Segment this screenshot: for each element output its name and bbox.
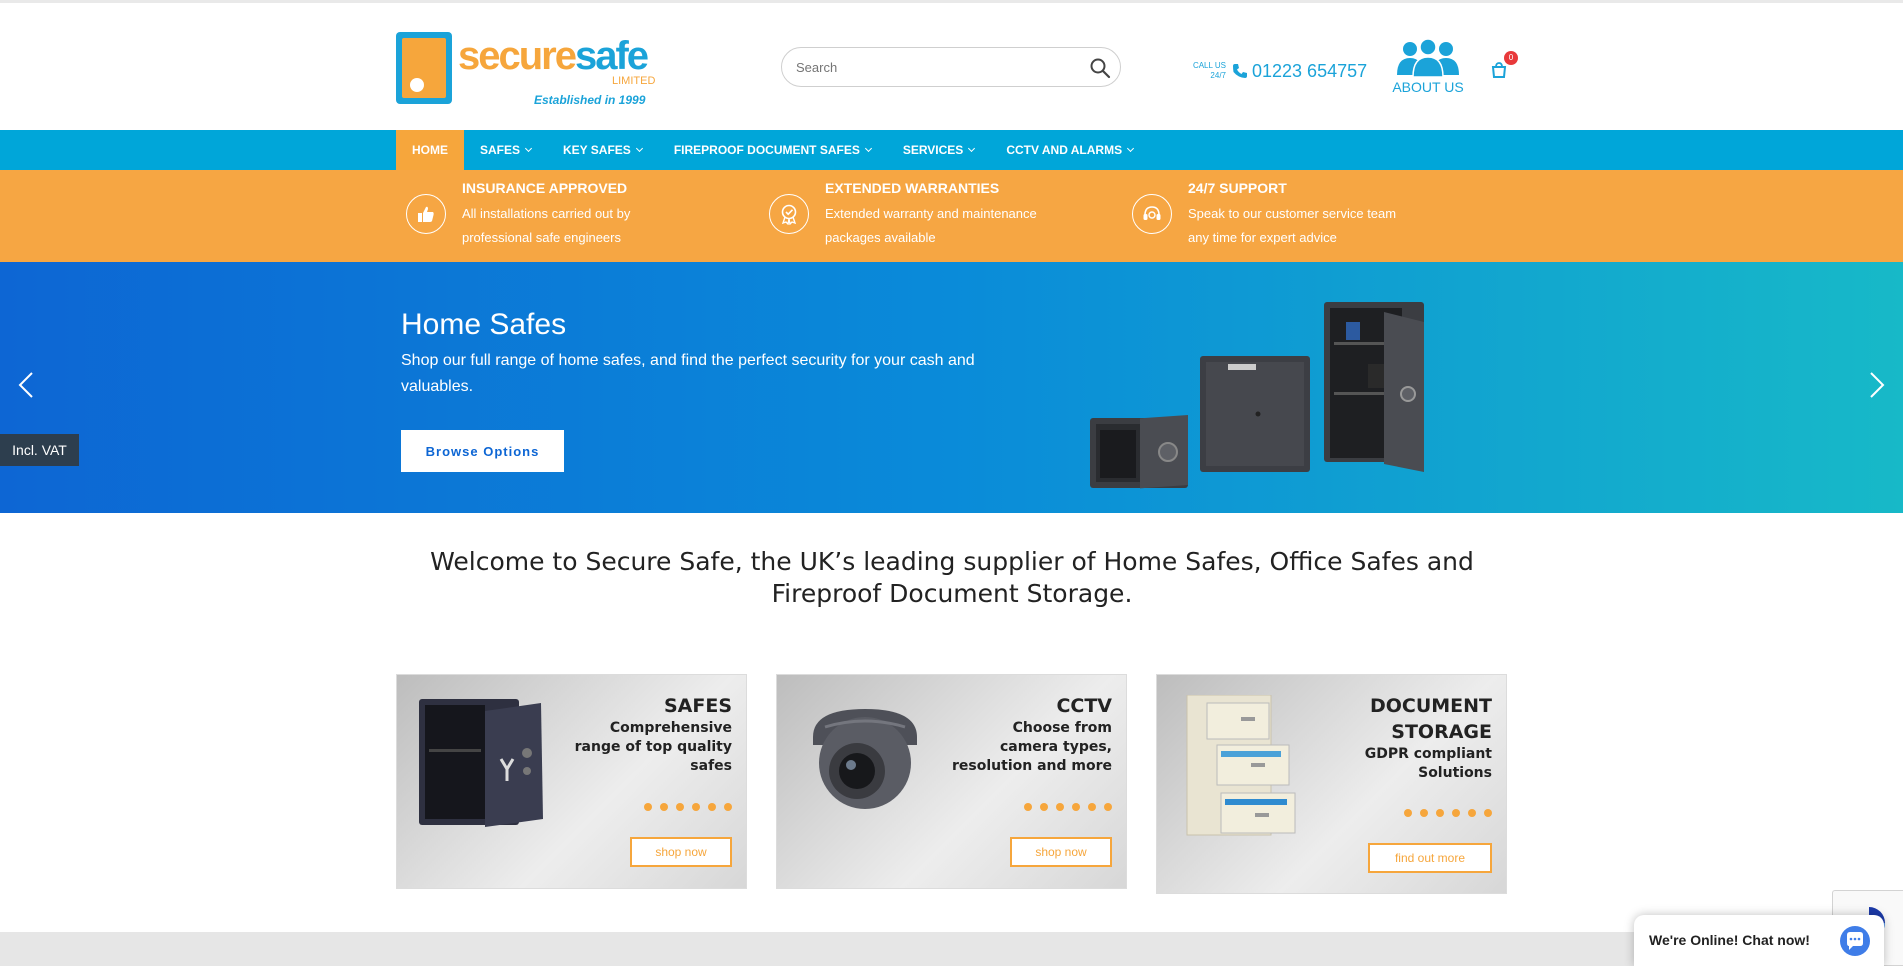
phone-number[interactable]: 01223 654757 — [1252, 61, 1367, 82]
slider-prev-arrow-icon[interactable] — [14, 370, 38, 400]
hero-slider: Home Safes Shop our full range of home s… — [0, 262, 1903, 513]
hero-title: Home Safes — [401, 308, 567, 341]
cart-count-badge: 0 — [1504, 51, 1518, 65]
logo-wordmark: securesafe — [458, 34, 649, 78]
browse-options-button[interactable]: Browse Options — [401, 430, 564, 472]
card-subtitle: Comprehensive range of top quality safes — [574, 720, 732, 774]
feature-24-7-support: 24/7 SUPPORT Speak to our customer servi… — [1122, 170, 1452, 262]
safe-product-image — [419, 699, 543, 827]
feature-extended-warranties: EXTENDED WARRANTIES Extended warranty an… — [759, 170, 1089, 262]
nav-item-services[interactable]: SERVICES — [887, 130, 990, 170]
cart-button[interactable]: 0 — [1490, 51, 1518, 83]
slider-next-arrow-icon[interactable] — [1865, 370, 1889, 400]
feature-insurance-approved: INSURANCE APPROVED All installations car… — [396, 170, 726, 262]
chevron-down-icon — [968, 144, 976, 153]
feature-text: All installations carried out by profess… — [462, 206, 631, 245]
site-header: securesafe LIMITED Established in 1999 C… — [0, 3, 1903, 130]
shopping-bag-icon — [1491, 62, 1507, 78]
card-title: SAFES — [663, 695, 732, 717]
chat-widget[interactable]: We're Online! Chat now! — [1634, 915, 1884, 966]
feature-title: INSURANCE APPROVED — [462, 180, 628, 196]
footer-strip — [0, 932, 1903, 966]
feature-text: Speak to our customer service team any t… — [1188, 206, 1397, 245]
card-title: CCTV — [1056, 695, 1112, 717]
decorative-dots — [1024, 803, 1112, 811]
chevron-down-icon — [864, 144, 872, 153]
people-group-icon — [1397, 39, 1459, 78]
site-logo[interactable]: securesafe LIMITED Established in 1999 — [396, 30, 656, 112]
nav-item-key-safes[interactable]: KEY SAFES — [547, 130, 658, 170]
category-card-safes[interactable]: SAFES Comprehensive range of top quality… — [396, 674, 747, 889]
feature-title: 24/7 SUPPORT — [1188, 180, 1287, 196]
nav-item-home[interactable]: HOME — [396, 130, 464, 170]
chevron-down-icon — [1127, 144, 1135, 153]
card-subtitle: GDPR compliant Solutions — [1364, 746, 1492, 781]
main-nav: HOME SAFES KEY SAFES FIREPROOF DOCUMENT … — [0, 130, 1903, 170]
phone-icon — [1232, 63, 1248, 79]
nav-item-safes[interactable]: SAFES — [464, 130, 547, 170]
card-subtitle: Choose from camera types, resolution and… — [952, 720, 1112, 774]
shop-now-button[interactable]: shop now — [1010, 837, 1112, 867]
search-input[interactable] — [796, 57, 1076, 77]
chevron-down-icon — [524, 144, 533, 153]
card-title: DOCUMENT STORAGE — [1369, 695, 1492, 743]
search-icon[interactable] — [1088, 56, 1112, 80]
chat-bubble-icon[interactable] — [1840, 926, 1870, 956]
logo-limited: LIMITED — [612, 75, 656, 87]
call-us[interactable]: CALL US 24/7 01223 654757 — [1192, 59, 1372, 85]
hero-text: Shop our full range of home safes, and f… — [401, 352, 975, 395]
features-bar: INSURANCE APPROVED All installations car… — [0, 170, 1903, 262]
shop-now-button[interactable]: shop now — [630, 837, 732, 867]
about-us-label: ABOUT US — [1392, 79, 1464, 95]
headset-support-icon — [1132, 194, 1172, 234]
decorative-dots — [644, 803, 732, 811]
chevron-down-icon — [635, 144, 643, 153]
feature-text: Extended warranty and maintenance packag… — [825, 206, 1037, 245]
search-box — [781, 47, 1121, 87]
call-us-label: CALL US 24/7 — [1192, 61, 1226, 80]
chat-prompt: We're Online! Chat now! — [1649, 932, 1810, 948]
category-card-cctv[interactable]: CCTV Choose from camera types, resolutio… — [776, 674, 1127, 889]
cctv-camera-image — [813, 709, 917, 809]
find-out-more-button[interactable]: find out more — [1368, 843, 1492, 873]
home-safes-image — [1090, 302, 1424, 489]
decorative-dots — [1404, 809, 1492, 817]
category-card-document-storage[interactable]: DOCUMENT STORAGE GDPR compliant Solution… — [1156, 674, 1507, 894]
feature-title: EXTENDED WARRANTIES — [825, 180, 1000, 196]
logo-tagline: Established in 1999 — [534, 93, 646, 107]
award-badge-icon — [769, 194, 809, 234]
nav-item-fireproof-document-safes[interactable]: FIREPROOF DOCUMENT SAFES — [658, 130, 887, 170]
nav-item-cctv-and-alarms[interactable]: CCTV AND ALARMS — [990, 130, 1149, 170]
logo-safe-icon — [396, 32, 452, 104]
about-us-link[interactable]: ABOUT US — [1390, 39, 1466, 99]
page: securesafe LIMITED Established in 1999 C… — [0, 0, 1903, 966]
welcome-heading: Welcome to Secure Safe, the UK’s leading… — [430, 547, 1474, 608]
thumbs-up-icon — [406, 194, 446, 234]
filing-cabinet-image — [1186, 695, 1296, 836]
vat-toggle[interactable]: Incl. VAT — [0, 434, 79, 466]
